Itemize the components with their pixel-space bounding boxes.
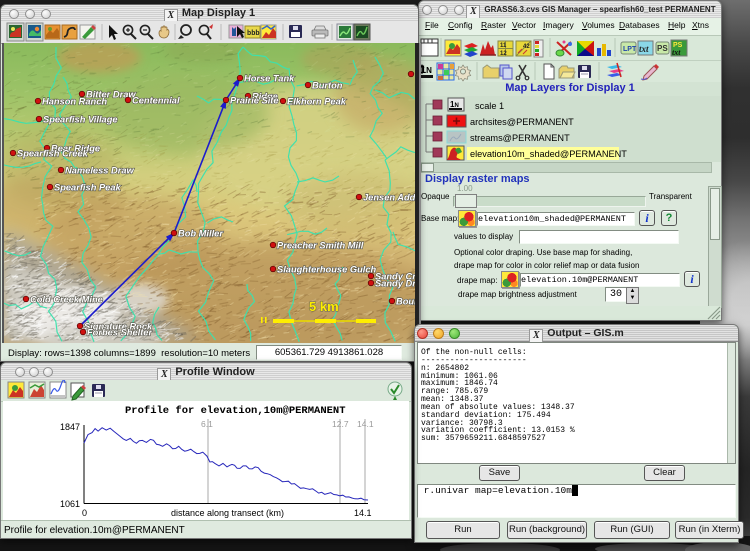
svg-text:Boulder: Boulder [396,297,415,307]
svg-text:Burton: Burton [312,81,343,91]
svg-text:6.1: 6.1 [201,419,213,429]
svg-text:14.1: 14.1 [354,508,372,518]
svg-text:streams@PERMANENT: streams@PERMANENT [470,133,570,143]
svg-text:Spearfish Creek: Spearfish Creek [17,149,89,159]
svg-text:Bob Miller: Bob Miller [178,229,224,239]
svg-text:0: 0 [82,508,87,518]
svg-text:Prairie Site: Prairie Site [230,96,279,106]
svg-text:LPT: LPT [623,46,637,53]
svg-text:Jensen Add: Jensen Add [363,193,415,203]
svg-text:PS: PS [657,44,668,53]
svg-text:bbb: bbb [247,30,260,38]
svg-text:distance along transect (km): distance along transect (km) [171,508,284,518]
svg-text:Forbes Shelter: Forbes Shelter [87,328,153,338]
svg-text:Horse Tank: Horse Tank [244,74,295,84]
svg-text:txt: txt [672,48,681,57]
svg-text:Profile for elevation,10m@PERM: Profile for elevation,10m@PERMANENT [125,405,346,417]
svg-text:Hanson Ranch: Hanson Ranch [42,97,107,107]
svg-text:Spearfish Village: Spearfish Village [43,115,118,125]
svg-text:5 km: 5 km [309,299,339,314]
svg-text:Slaughterhouse Gulch: Slaughterhouse Gulch [277,265,377,275]
svg-text:1061: 1061 [60,499,80,509]
svg-text:Cold Creek Mine: Cold Creek Mine [30,295,103,305]
svg-text:Sandy Dr: Sandy Dr [375,279,415,289]
svg-text:12.7: 12.7 [332,419,349,429]
svg-text:Nameless Draw: Nameless Draw [65,166,135,176]
svg-text:Preacher Smith Mill: Preacher Smith Mill [277,241,364,251]
svg-text:archsites@PERMANENT: archsites@PERMANENT [470,117,574,127]
svg-text:Spearfish Peak: Spearfish Peak [54,183,121,193]
svg-text:11: 11 [500,43,507,49]
svg-text:14.1: 14.1 [357,419,374,429]
svg-text:elevation10m_shaded@PERMANENT: elevation10m_shaded@PERMANENT [470,149,627,159]
svg-text:1847: 1847 [60,422,80,432]
svg-text:scale 1: scale 1 [475,101,504,111]
svg-text:txt: txt [639,44,649,54]
svg-text:42: 42 [523,44,530,50]
svg-text:Centennial: Centennial [132,96,180,106]
svg-text:Elkhorn Peak: Elkhorn Peak [287,97,347,107]
svg-text:12: 12 [500,51,507,57]
